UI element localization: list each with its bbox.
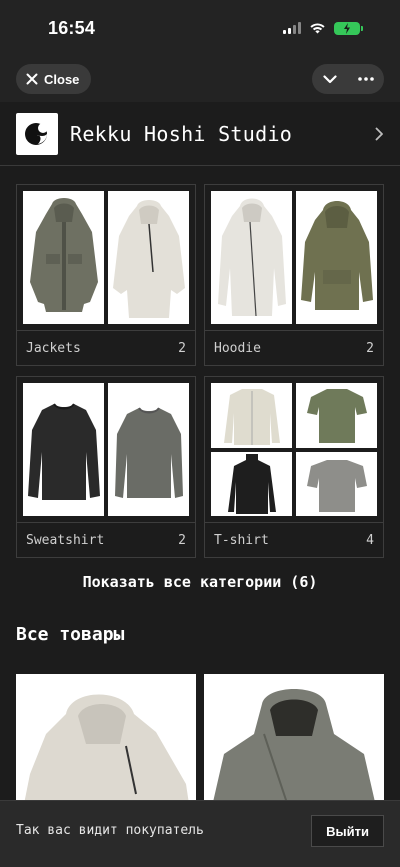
category-card-t-shirt[interactable]: T-shirt 4 (204, 376, 384, 558)
more-dots-icon (358, 77, 374, 81)
category-name: Hoodie (214, 340, 261, 356)
category-card-hoodie[interactable]: Hoodie 2 (204, 184, 384, 366)
category-grid: Jackets 2 Hoodie 2 Sweatshirt 2 T-shirt … (16, 184, 384, 558)
store-name: Rekku Hoshi Studio (70, 121, 293, 146)
store-header[interactable]: Rekku Hoshi Studio (0, 102, 400, 166)
category-card-sweatshirt[interactable]: Sweatshirt 2 (16, 376, 196, 558)
menu-pill (312, 64, 384, 94)
category-footer: Sweatshirt 2 (17, 523, 195, 557)
top-action-bar: Close (0, 56, 400, 102)
product-thumbnail (23, 383, 104, 516)
category-count: 2 (178, 532, 186, 548)
category-name: Jackets (26, 340, 81, 356)
collapse-button[interactable] (312, 64, 348, 94)
status-time: 16:54 (48, 17, 96, 38)
show-all-categories-button[interactable]: Показать все категории (6) (0, 570, 400, 594)
category-images (17, 377, 195, 523)
status-icons (283, 21, 363, 35)
wifi-icon (310, 23, 325, 34)
close-button[interactable]: Close (16, 64, 92, 94)
product-thumbnail (296, 451, 377, 516)
category-count: 2 (366, 340, 374, 356)
product-thumbnail (296, 191, 377, 324)
close-icon (26, 73, 38, 85)
category-footer: Jackets 2 (17, 331, 195, 365)
category-footer: T-shirt 4 (205, 523, 383, 557)
category-images (17, 185, 195, 331)
customer-preview-bar: Так вас видит покупатель Выйти (0, 800, 400, 867)
close-label: Close (44, 71, 80, 87)
product-thumbnail (211, 383, 292, 448)
category-count: 2 (178, 340, 186, 356)
store-logo (16, 112, 58, 155)
category-card-jackets[interactable]: Jackets 2 (16, 184, 196, 366)
category-images (205, 185, 383, 331)
product-thumbnail (108, 383, 189, 516)
category-footer: Hoodie 2 (205, 331, 383, 365)
category-name: T-shirt (214, 532, 269, 548)
crescent-logo-icon (25, 122, 48, 145)
category-images (205, 377, 383, 523)
product-thumbnail (211, 451, 292, 516)
chevron-down-icon (323, 74, 337, 83)
chevron-right-icon (375, 127, 383, 140)
exit-preview-button[interactable]: Выйти (311, 815, 384, 847)
product-thumbnail (296, 383, 377, 448)
more-button[interactable] (348, 64, 384, 94)
all-products-title: Все товары (16, 624, 125, 645)
product-thumbnail (23, 191, 104, 324)
product-thumbnail (108, 191, 189, 324)
preview-text: Так вас видит покупатель (16, 823, 204, 838)
category-count: 4 (366, 532, 374, 548)
category-name: Sweatshirt (26, 532, 105, 548)
status-bar: 16:54 (0, 0, 400, 56)
cellular-signal-icon (283, 22, 301, 34)
product-thumbnail (211, 191, 292, 324)
battery-charging-icon (334, 21, 363, 35)
